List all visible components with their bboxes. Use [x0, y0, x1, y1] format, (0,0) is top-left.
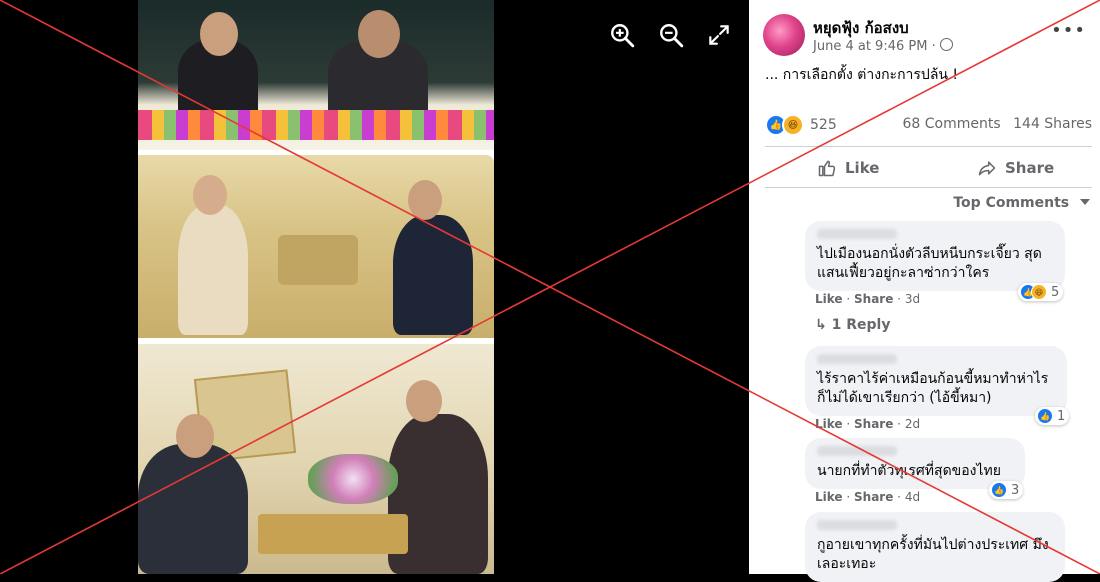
top-comments-label: Top Comments — [953, 195, 1070, 211]
share-icon — [978, 161, 996, 176]
post-sidebar: หยุดฟุ้ง ก้อสงบ June 4 at 9:46 PM · ••• … — [749, 0, 1100, 582]
haha-reaction-icon: 😆 — [1031, 284, 1047, 300]
photo-palace-meeting — [138, 155, 494, 338]
post-meta: June 4 at 9:46 PM · — [813, 38, 953, 54]
more-options-button[interactable]: ••• — [1051, 20, 1086, 41]
top-comments-dropdown[interactable]: Top Comments — [953, 195, 1090, 211]
comment-reactions[interactable]: 👍 1 — [1035, 407, 1070, 425]
reaction-count: 525 — [810, 117, 837, 133]
like-reaction-icon: 👍 — [1037, 408, 1053, 424]
commenter-name-redacted — [817, 229, 897, 239]
comment-actions: Like · Share · 2d — [815, 417, 921, 431]
comment-bubble: ไปเมืองนอกนั่งตัวลีบหนีบกระเจี๊ยว สุดแสน… — [805, 221, 1065, 291]
divider — [765, 187, 1092, 188]
avatar[interactable] — [763, 14, 805, 56]
comment-text: นายกที่ทำตัวทุเรศที่สุดของไทย — [817, 463, 1001, 479]
post-text: ... การเลือกตั้ง ต่างกะการปล้น ! — [765, 67, 959, 83]
photo-banquet — [138, 0, 494, 150]
like-reaction-icon: 👍 — [991, 482, 1007, 498]
separator-dot: · — [931, 39, 940, 54]
reply-count: 1 Reply — [831, 317, 891, 333]
comment-reactions[interactable]: 👍 3 — [989, 481, 1024, 499]
caret-down-icon — [1080, 199, 1090, 205]
divider — [765, 146, 1092, 147]
like-label: Like — [845, 159, 880, 177]
comment-time[interactable]: 2d — [905, 417, 920, 431]
comment-reaction-count: 3 — [1011, 482, 1020, 498]
share-label: Share — [1005, 159, 1055, 177]
comment-like-link[interactable]: Like — [815, 292, 843, 306]
comment-time[interactable]: 3d — [905, 292, 920, 306]
shares-count[interactable]: 144 Shares — [1013, 116, 1092, 132]
comments-count[interactable]: 68 Comments — [903, 116, 1001, 132]
comment-time[interactable]: 4d — [905, 490, 920, 504]
comment-text: ไปเมืองนอกนั่งตัวลีบหนีบกระเจี๊ยว สุดแสน… — [817, 246, 1042, 281]
share-button[interactable]: Share — [977, 156, 1054, 180]
comment-bubble: กูอายเขาทุกครั้งที่มันไปต่างประเทศ มึงเล… — [805, 512, 1065, 582]
photo-viewer — [0, 0, 749, 574]
zoom-in-icon[interactable] — [609, 22, 635, 48]
commenter-name-redacted — [817, 354, 897, 364]
post-date[interactable]: June 4 at 9:46 PM — [813, 39, 927, 54]
view-replies-link[interactable]: ↳ 1 Reply — [815, 317, 890, 333]
comment-share-link[interactable]: Share — [854, 490, 893, 504]
comment-reaction-count: 1 — [1057, 408, 1066, 424]
comment-text: กูอายเขาทุกครั้งที่มันไปต่างประเทศ มึงเล… — [817, 537, 1049, 572]
author-name[interactable]: หยุดฟุ้ง ก้อสงบ — [813, 16, 909, 40]
comment-reactions[interactable]: 👍 😆 5 — [1018, 283, 1064, 301]
comment-share-link[interactable]: Share — [854, 417, 893, 431]
haha-reaction-icon: 😆 — [782, 114, 804, 136]
zoom-out-icon[interactable] — [658, 22, 684, 48]
thumbs-up-icon — [818, 160, 836, 177]
comment-reaction-count: 5 — [1051, 284, 1060, 300]
comment-bubble: ไร้ราคาไร้ค่าเหมือนก้อนขี้หมาทำห่าไรก็ไม… — [805, 346, 1067, 416]
comment-actions: Like · Share · 4d — [815, 490, 921, 504]
comment-like-link[interactable]: Like — [815, 490, 843, 504]
post-stats: 68 Comments 144 Shares — [903, 116, 1092, 132]
commenter-name-redacted — [817, 520, 897, 530]
comment-text: ไร้ราคาไร้ค่าเหมือนก้อนขี้หมาทำห่าไรก็ไม… — [817, 371, 1049, 406]
fullscreen-icon[interactable] — [706, 22, 732, 48]
photo-sofa-meeting — [138, 344, 494, 574]
reactions-summary[interactable]: 👍 😆 525 — [765, 114, 837, 136]
like-button[interactable]: Like — [817, 156, 879, 180]
reply-arrow-icon: ↳ — [815, 317, 832, 333]
comment-bubble: นายกที่ทำตัวทุเรศที่สุดของไทย — [805, 438, 1025, 489]
photo-collage[interactable] — [138, 0, 494, 574]
globe-icon — [939, 38, 953, 51]
comment-like-link[interactable]: Like — [815, 417, 843, 431]
commenter-name-redacted — [817, 446, 897, 456]
comment-share-link[interactable]: Share — [854, 292, 893, 306]
comment-actions: Like · Share · 3d — [815, 292, 921, 306]
